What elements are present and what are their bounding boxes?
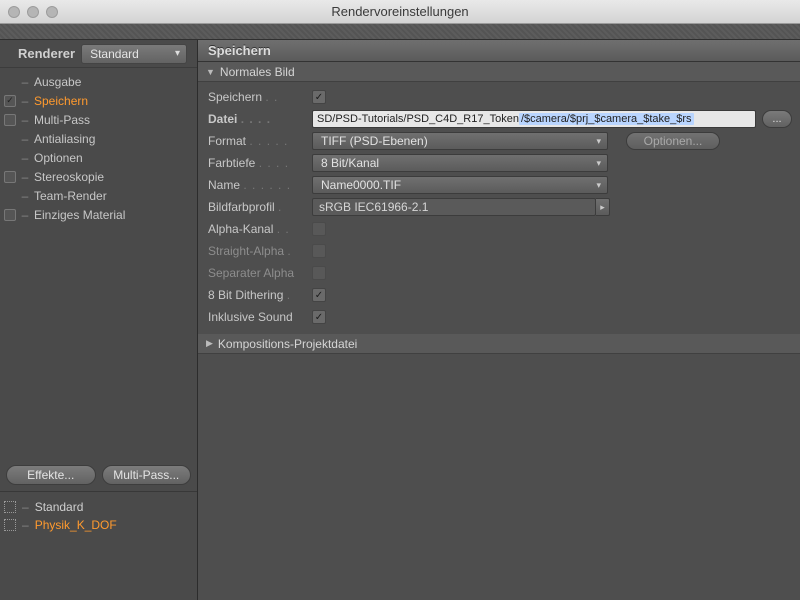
sidebar-item-speichern[interactable]: ✓–Speichern [0,91,197,110]
dither-label: 8 Bit Dithering . [208,288,312,302]
renderer-label: Renderer [18,46,75,61]
file-path-input[interactable]: SD/PSD-Tutorials/PSD_C4D_R17_Token/$came… [312,110,756,128]
checkbox-icon[interactable]: ✓ [4,95,16,107]
sidebar-item-ausgabe[interactable]: –Ausgabe [0,72,197,91]
preset-icon [4,519,16,531]
sound-checkbox[interactable]: ✓ [312,310,326,324]
profile-arrow-button[interactable]: ▸ [596,198,610,216]
sidebar-item-antialiasing[interactable]: –Antialiasing [0,129,197,148]
save-label: Speichern . . [208,90,312,104]
sidebar-item-teamrender[interactable]: –Team-Render [0,186,197,205]
checkbox-icon[interactable] [4,114,16,126]
name-dropdown[interactable]: Name0000.TIF [312,176,608,194]
separate-label: Separater Alpha [208,266,312,280]
checkbox-icon[interactable] [4,209,16,221]
panel-title: Speichern [198,40,800,62]
preset-physik[interactable]: –Physik_K_DOF [4,516,189,534]
section-kompositions[interactable]: ▶Kompositions-Projektdatei [198,334,800,354]
format-dropdown[interactable]: TIFF (PSD-Ebenen) [312,132,608,150]
effects-button[interactable]: Effekte... [6,465,96,485]
checkbox-icon[interactable] [4,171,16,183]
profile-label: Bildfarbprofil . [208,200,312,214]
alpha-checkbox[interactable] [312,222,326,236]
sound-label: Inklusive Sound [208,310,312,324]
sidebar-item-stereoskopie[interactable]: –Stereoskopie [0,167,197,186]
profile-field[interactable]: sRGB IEC61966-2.1 [312,198,596,216]
straight-checkbox [312,244,326,258]
depth-dropdown[interactable]: 8 Bit/Kanal [312,154,608,172]
separate-checkbox [312,266,326,280]
preset-list: –Standard –Physik_K_DOF [0,491,197,540]
dither-checkbox[interactable]: ✓ [312,288,326,302]
sidebar: Renderer Standard –Ausgabe ✓–Speichern –… [0,40,198,600]
depth-label: Farbtiefe . . . . [208,156,312,170]
section-normales-bild[interactable]: ▼Normales Bild [198,62,800,82]
content-panel: Speichern ▼Normales Bild Speichern . . ✓… [198,40,800,600]
sidebar-item-einziges-material[interactable]: –Einziges Material [0,205,197,224]
window-title: Rendervoreinstellungen [8,4,792,19]
options-button[interactable]: Optionen... [626,132,720,150]
sidebar-item-multipass[interactable]: –Multi-Pass [0,110,197,129]
preset-icon [4,501,16,513]
sidebar-item-optionen[interactable]: –Optionen [0,148,197,167]
format-label: Format . . . . . [208,134,312,148]
browse-button[interactable]: ... [762,110,792,128]
file-label: Datei . . . . [208,112,312,126]
save-checkbox[interactable]: ✓ [312,90,326,104]
straight-label: Straight-Alpha . [208,244,312,258]
triangle-down-icon: ▼ [206,67,215,77]
titlebar: Rendervoreinstellungen [0,0,800,24]
multipass-button[interactable]: Multi-Pass... [102,465,192,485]
name-label: Name . . . . . . [208,178,312,192]
sidebar-list: –Ausgabe ✓–Speichern –Multi-Pass –Antial… [0,68,197,228]
preset-standard[interactable]: –Standard [4,498,189,516]
triangle-right-icon: ▶ [206,338,213,349]
renderer-dropdown[interactable]: Standard [81,44,187,64]
alpha-label: Alpha-Kanal . . [208,222,312,236]
toolbar-strip [0,24,800,40]
